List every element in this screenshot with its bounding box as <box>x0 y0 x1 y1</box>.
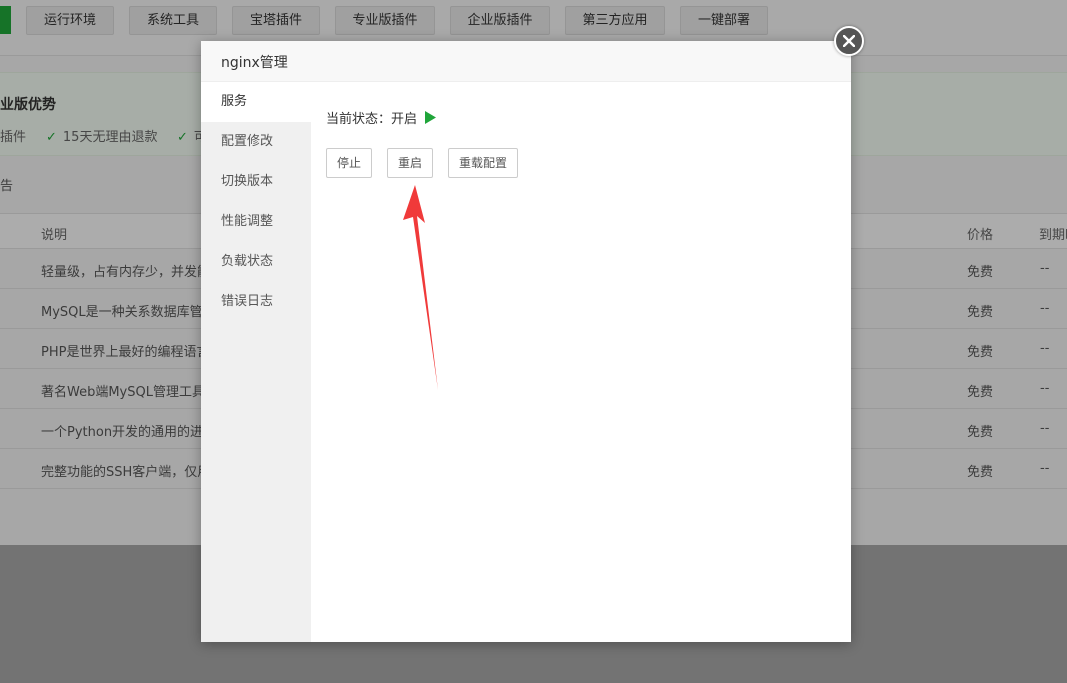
annotation-arrow <box>403 185 438 390</box>
nginx-manager-modal: nginx管理 服务 配置修改 切换版本 性能调整 负载状态 错误日志 当前状态… <box>201 41 851 642</box>
play-icon <box>425 111 437 128</box>
status-value: 开启 <box>391 112 418 127</box>
stop-button[interactable]: 停止 <box>326 148 372 178</box>
restart-button[interactable]: 重启 <box>387 148 433 178</box>
modal-header: nginx管理 <box>201 41 851 82</box>
sidebar-item-performance[interactable]: 性能调整 <box>201 202 311 242</box>
sidebar-item-service[interactable]: 服务 <box>201 82 311 122</box>
sidebar-item-switch-version[interactable]: 切换版本 <box>201 162 311 202</box>
modal-sidebar: 服务 配置修改 切换版本 性能调整 负载状态 错误日志 <box>201 82 311 642</box>
status-label: 当前状态： <box>326 112 392 127</box>
sidebar-item-load-status[interactable]: 负载状态 <box>201 242 311 282</box>
close-icon[interactable] <box>834 26 864 56</box>
service-status: 当前状态：开启 <box>326 108 437 128</box>
modal-title: nginx管理 <box>221 55 288 71</box>
sidebar-item-config[interactable]: 配置修改 <box>201 122 311 162</box>
reload-config-button[interactable]: 重载配置 <box>448 148 518 178</box>
sidebar-item-error-log[interactable]: 错误日志 <box>201 282 311 322</box>
